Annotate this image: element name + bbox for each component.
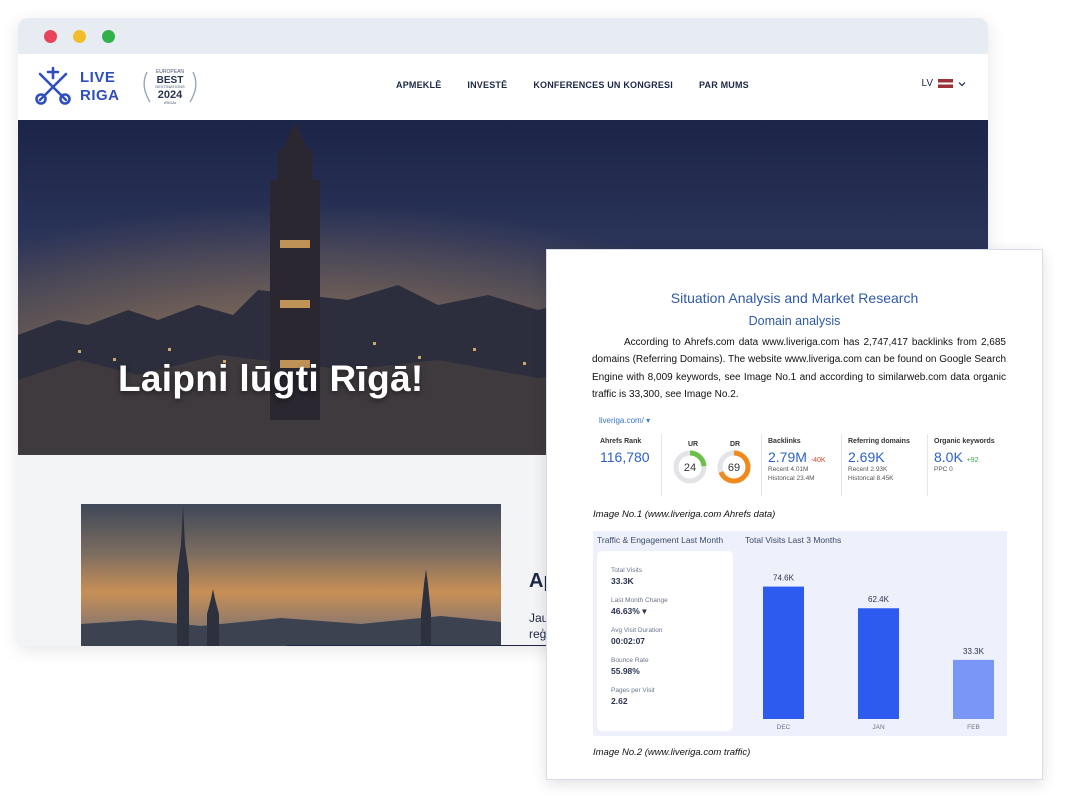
report-title: Situation Analysis and Market Research — [670, 290, 919, 306]
backlinks-value: 2.79M — [768, 449, 807, 465]
ahrefs-metrics-panel: Ahrefs Rank 116,780 UR 24 DR 69 Backlink… — [594, 434, 1009, 496]
latvia-flag-icon — [938, 79, 953, 88]
dr-label: DR — [730, 441, 740, 448]
report-paragraph: According to Ahrefs.com data www.liverig… — [592, 337, 1006, 400]
minimize-window-button[interactable] — [73, 29, 86, 43]
logo-line-2: RIGA — [80, 87, 120, 104]
ur-dr-gauges: UR 24 DR 69 — [673, 441, 751, 484]
refdomains-label: Referring domains — [848, 438, 910, 445]
refdomains-recent: Recent 2.93K — [848, 466, 888, 473]
nav-item-apmekle[interactable]: APMEKLĒ — [396, 80, 441, 90]
dr-value: 69 — [728, 462, 740, 474]
ahrefs-url-dropdown[interactable]: liveriga.com/ ▾ — [599, 416, 650, 425]
award-line-4: •RIGA• — [164, 100, 177, 105]
stat-label: Total Visits — [611, 567, 642, 574]
backlinks-delta: -40K — [810, 457, 826, 464]
riga-sunset-image — [81, 504, 501, 646]
total-visits-heading: Total Visits Last 3 Months — [745, 535, 842, 545]
keys-icon — [35, 66, 71, 105]
browser-toolbar — [18, 18, 988, 54]
organic-value: 8.0K — [934, 449, 963, 465]
language-code: LV — [921, 78, 934, 89]
stat-value: 2.62 — [611, 696, 628, 706]
divider — [287, 645, 577, 646]
close-window-button[interactable] — [44, 29, 57, 43]
ppc-value: PPC 0 — [934, 466, 953, 473]
stat-value: 33.3K — [611, 576, 634, 586]
hero-title: Laipni lūgti Rīgā! — [118, 358, 424, 399]
site-header: LIVE RIGA EUROPEAN BEST DESTINATIONS 202… — [18, 54, 988, 120]
stage: LIVE RIGA EUROPEAN BEST DESTINATIONS 202… — [0, 0, 1077, 800]
logo-text: LIVE RIGA — [80, 69, 120, 105]
ahrefs-rank-value: 116,780 — [600, 449, 650, 465]
x-tick-label-dec: DEC — [777, 724, 791, 731]
stat-label: Bounce Rate — [611, 657, 649, 664]
stat-label: Avg Visit Duration — [611, 627, 663, 634]
engagement-stats-card: Total Visits 33.3K Last Month Change 46.… — [597, 551, 733, 731]
best-destination-award-badge: EUROPEAN BEST DESTINATIONS 2024 •RIGA• — [143, 69, 197, 105]
stat-total-visits: Total Visits 33.3K — [611, 567, 642, 586]
stat-value: 55.98% — [611, 666, 640, 676]
report-subtitle: Domain analysis — [748, 314, 841, 328]
logo-line-1: LIVE — [80, 69, 116, 86]
backlinks-recent: Recent 4.01M — [768, 466, 809, 473]
stat-label: Last Month Change — [611, 597, 668, 604]
image-2-caption: Image No.2 (www.liveriga.com traffic) — [593, 747, 751, 758]
referring-domains-metric: Referring domains 2.69K Recent 2.93K His… — [842, 434, 928, 496]
total-visits-bar-chart: 74.6K DEC 62.4K JAN 33.3K FEB — [763, 574, 994, 731]
stat-pages-per-visit: Pages per Visit 2.62 — [611, 687, 655, 706]
stat-value: 46.63% ▾ — [611, 606, 647, 616]
bar-feb — [953, 659, 994, 719]
organic-delta: +92 — [966, 457, 979, 464]
bar-dec — [763, 586, 804, 719]
organic-label: Organic keywords — [934, 438, 995, 445]
card-text-line-2: reģ — [529, 627, 547, 641]
nav-item-investe[interactable]: INVESTĒ — [467, 80, 507, 90]
domain-analysis-report: Situation Analysis and Market Research D… — [546, 249, 1043, 780]
traffic-engagement-heading: Traffic & Engagement Last Month — [597, 535, 724, 545]
x-tick-label-jan: JAN — [872, 724, 885, 731]
chevron-down-icon — [958, 81, 966, 86]
main-nav: APMEKLĒ INVESTĒ KONFERENCES UN KONGRESI … — [396, 80, 749, 90]
ur-label: UR — [688, 441, 698, 448]
backlinks-label: Backlinks — [768, 438, 801, 445]
stat-last-month-change: Last Month Change 46.63% ▾ — [611, 597, 668, 617]
sunset-spires-graphic — [81, 504, 501, 646]
stat-value: 00:02:07 — [611, 636, 646, 646]
organic-value-row: 8.0K +92 — [934, 449, 1003, 465]
backlinks-value-row: 2.79M -40K — [768, 449, 835, 465]
nav-item-konferences[interactable]: KONFERENCES UN KONGRESI — [533, 80, 673, 90]
image-1-caption: Image No.1 (www.liveriga.com Ahrefs data… — [593, 509, 776, 520]
backlinks-metric: Backlinks 2.79M -40K Recent 4.01M Histor… — [762, 434, 842, 496]
stat-bounce-rate: Bounce Rate 55.98% — [611, 657, 649, 676]
backlinks-historical: Historical 23.4M — [768, 475, 815, 482]
bar-value-label-feb: 33.3K — [963, 647, 985, 656]
x-tick-label-feb: FEB — [967, 724, 980, 731]
refdomains-value: 2.69K — [848, 449, 885, 465]
nav-item-par-mums[interactable]: PAR MUMS — [699, 80, 749, 90]
ahrefs-rank-label: Ahrefs Rank — [600, 438, 642, 445]
refdomains-historical: Historical 8.45K — [848, 475, 894, 482]
language-selector[interactable]: LV — [922, 78, 967, 89]
stat-avg-visit-duration: Avg Visit Duration 00:02:07 — [611, 627, 662, 646]
traffic-panel: Traffic & Engagement Last Month Total Vi… — [593, 531, 1007, 736]
bar-value-label-jan: 62.4K — [868, 595, 890, 604]
live-riga-logo[interactable]: LIVE RIGA — [32, 66, 120, 108]
organic-keywords-metric: Organic keywords 8.0K +92 PPC 0 — [928, 434, 1009, 496]
stat-label: Pages per Visit — [611, 687, 655, 694]
ur-value: 24 — [684, 462, 696, 474]
bar-value-label-dec: 74.6K — [773, 574, 795, 583]
bar-jan — [858, 608, 899, 719]
ahrefs-rank-metric: Ahrefs Rank 116,780 — [594, 434, 662, 496]
ur-dr-metric: UR 24 DR 69 — [662, 434, 762, 496]
maximize-window-button[interactable] — [102, 29, 115, 43]
